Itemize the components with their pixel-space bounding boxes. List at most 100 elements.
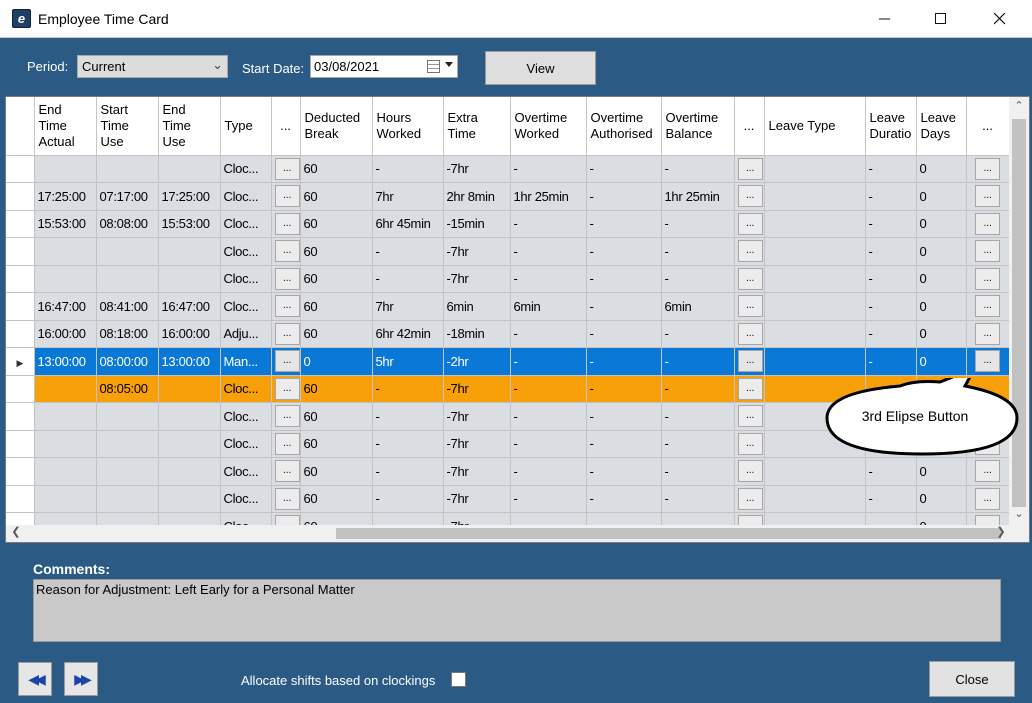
grid-cell[interactable]: 1hr 25min xyxy=(661,182,735,211)
grid-cell[interactable]: 7hr xyxy=(372,182,444,211)
table-row[interactable]: ▶ 13:00:00 08:00:00 13:00:00 Man...... 0 5hr -2… xyxy=(6,347,1009,376)
grid-cell[interactable]: Cloc... xyxy=(220,375,272,403)
grid-cell[interactable]: - xyxy=(586,457,662,486)
grid-cell[interactable]: Cloc... xyxy=(220,182,272,211)
ellipsis-cell[interactable]: ... xyxy=(271,292,301,321)
ellipsis-cell[interactable]: ... xyxy=(271,265,301,293)
ellipsis-button[interactable]: ... xyxy=(737,267,763,290)
row-header[interactable] xyxy=(6,182,35,211)
grid-cell[interactable]: 60 xyxy=(300,265,373,293)
grid-cell[interactable]: -7hr xyxy=(443,237,511,266)
grid-cell[interactable]: - xyxy=(865,265,917,293)
grid-cell[interactable]: - xyxy=(661,237,735,266)
grid-cell[interactable]: - xyxy=(510,210,587,238)
ellipsis-button[interactable]: ... xyxy=(975,295,1000,318)
grid-cell[interactable]: 17:25:00 xyxy=(158,182,221,211)
grid-cell[interactable]: - xyxy=(586,485,662,513)
table-row[interactable]: Cloc......60--7hr---...-0... xyxy=(6,265,1009,293)
grid-cell[interactable] xyxy=(34,237,97,266)
grid-cell[interactable]: 1hr 25min xyxy=(510,182,587,211)
grid-cell[interactable]: - xyxy=(510,485,587,513)
column-header[interactable]: Overtime Authorised xyxy=(586,97,662,156)
grid-cell[interactable]: - xyxy=(510,320,587,348)
grid-cell[interactable]: -7hr xyxy=(443,265,511,293)
grid-cell[interactable]: 60 xyxy=(300,182,373,211)
ellipsis-button[interactable]: ... xyxy=(975,350,1000,373)
row-header[interactable]: ▶ xyxy=(6,347,35,376)
grid-cell[interactable]: - xyxy=(865,182,917,211)
grid-cell[interactable]: Cloc... xyxy=(220,237,272,266)
grid-cell[interactable] xyxy=(158,402,221,431)
column-header[interactable]: Type xyxy=(220,97,272,156)
ellipsis-button[interactable]: ... xyxy=(737,185,763,208)
grid-cell[interactable]: - xyxy=(865,210,917,238)
ellipsis-cell[interactable]: ... xyxy=(271,430,301,458)
grid-cell[interactable] xyxy=(158,155,221,183)
grid-cell[interactable]: Cloc... xyxy=(220,265,272,293)
ellipsis-cell[interactable]: ... xyxy=(966,155,1009,183)
grid-cell[interactable] xyxy=(96,430,159,458)
grid-cell[interactable]: 15:53:00 xyxy=(158,210,221,238)
grid-cell[interactable] xyxy=(96,402,159,431)
grid-cell[interactable]: 0 xyxy=(916,155,967,183)
ellipsis-cell[interactable]: ... xyxy=(271,155,301,183)
ellipsis-cell[interactable]: ... xyxy=(271,485,301,513)
grid-cell[interactable]: - xyxy=(661,155,735,183)
grid-cell[interactable]: 13:00:00 xyxy=(34,347,97,376)
grid-cell[interactable] xyxy=(34,265,97,293)
column-header[interactable]: Leave Type xyxy=(764,97,866,156)
row-header[interactable] xyxy=(6,485,35,513)
ellipsis-cell[interactable]: ... xyxy=(271,347,301,376)
grid-cell[interactable]: 5hr xyxy=(372,347,444,376)
column-header[interactable]: Leave Days xyxy=(916,97,967,156)
ellipsis-cell[interactable]: ... xyxy=(966,320,1009,348)
ellipsis-cell[interactable]: ... xyxy=(734,155,765,183)
grid-cell[interactable]: - xyxy=(661,210,735,238)
ellipsis-button[interactable]: ... xyxy=(274,350,299,373)
column-header[interactable]: Overtime Balance xyxy=(661,97,735,156)
grid-cell[interactable]: - xyxy=(865,320,917,348)
grid-cell[interactable]: -7hr xyxy=(443,402,511,431)
ellipsis-button[interactable]: ... xyxy=(737,432,763,455)
grid-cell[interactable]: - xyxy=(865,155,917,183)
grid-cell[interactable]: 6min xyxy=(443,292,511,321)
ellipsis-cell[interactable]: ... xyxy=(966,457,1009,486)
row-header[interactable] xyxy=(6,457,35,486)
ellipsis-button[interactable]: ... xyxy=(274,267,299,290)
ellipsis-cell[interactable]: ... xyxy=(734,347,765,376)
grid-cell[interactable]: 6hr 45min xyxy=(372,210,444,238)
ellipsis-button[interactable]: ... xyxy=(274,460,299,483)
grid-cell[interactable] xyxy=(764,210,866,238)
row-header[interactable] xyxy=(6,237,35,266)
grid-cell[interactable] xyxy=(96,237,159,266)
column-header[interactable]: ... xyxy=(734,97,765,156)
ellipsis-cell[interactable]: ... xyxy=(734,292,765,321)
grid-cell[interactable] xyxy=(764,182,866,211)
grid-cell[interactable] xyxy=(34,485,97,513)
grid-cell[interactable]: 0 xyxy=(916,457,967,486)
scroll-left-icon[interactable]: ❮ xyxy=(6,525,26,538)
grid-cell[interactable]: 07:17:00 xyxy=(96,182,159,211)
ellipsis-button[interactable]: ... xyxy=(737,350,763,373)
grid-cell[interactable]: - xyxy=(586,402,662,431)
grid-cell[interactable]: 0 xyxy=(916,265,967,293)
grid-cell[interactable]: 0 xyxy=(916,347,967,376)
grid-cell[interactable]: 60 xyxy=(300,430,373,458)
grid-cell[interactable]: - xyxy=(586,292,662,321)
grid-cell[interactable]: Cloc... xyxy=(220,210,272,238)
grid-cell[interactable]: -7hr xyxy=(443,430,511,458)
ellipsis-button[interactable]: ... xyxy=(274,185,299,208)
grid-cell[interactable]: -7hr xyxy=(443,457,511,486)
ellipsis-cell[interactable]: ... xyxy=(734,182,765,211)
ellipsis-button[interactable]: ... xyxy=(737,157,763,180)
ellipsis-cell[interactable]: ... xyxy=(734,457,765,486)
row-header[interactable] xyxy=(6,210,35,238)
ellipsis-cell[interactable]: ... xyxy=(734,265,765,293)
grid-cell[interactable] xyxy=(764,265,866,293)
period-dropdown[interactable]: Current ⌄ xyxy=(77,55,228,78)
grid-cell[interactable]: - xyxy=(510,155,587,183)
grid-cell[interactable]: 08:08:00 xyxy=(96,210,159,238)
comments-textarea[interactable]: Reason for Adjustment: Left Early for a … xyxy=(33,579,1001,642)
grid-cell[interactable] xyxy=(96,485,159,513)
ellipsis-button[interactable]: ... xyxy=(737,377,763,400)
